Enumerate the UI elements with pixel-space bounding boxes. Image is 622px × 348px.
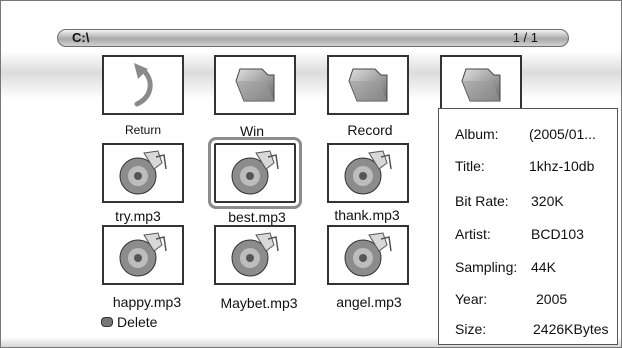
music-file-icon xyxy=(119,150,167,195)
music-file-icon xyxy=(231,232,279,277)
folder-record-label: Record xyxy=(347,122,393,138)
info-year-key: Year: xyxy=(455,291,488,307)
return-tile[interactable] xyxy=(102,55,184,115)
file-best-label: best.mp3 xyxy=(228,209,286,225)
folder-icon xyxy=(461,68,501,102)
file-browser-screen: C:\ 1 / 1 Return Win Record try.mp3 best… xyxy=(0,0,622,348)
delete-key-icon xyxy=(101,317,113,328)
return-label: Return xyxy=(124,123,162,137)
page-indicator: 1 / 1 xyxy=(512,30,538,45)
info-album-value: (2005/01... xyxy=(529,126,596,142)
folder-record-tile[interactable] xyxy=(327,55,409,115)
header-band xyxy=(1,51,621,99)
info-size-key: Size: xyxy=(455,321,487,337)
delete-option[interactable]: Delete xyxy=(101,314,157,330)
return-arrow-icon xyxy=(134,63,153,107)
file-angel-label: angel.mp3 xyxy=(336,294,402,310)
file-angel-tile[interactable] xyxy=(327,225,409,285)
folder-icon xyxy=(235,68,275,102)
music-file-icon xyxy=(344,150,392,195)
info-title-key: Title: xyxy=(455,158,485,174)
music-file-icon xyxy=(119,232,167,277)
music-file-icon xyxy=(231,150,279,195)
folder-tile-4[interactable] xyxy=(440,55,522,115)
music-file-icon xyxy=(344,232,392,277)
file-maybet-label: Maybet.mp3 xyxy=(220,295,298,311)
folder-icon xyxy=(348,68,388,102)
file-try-label: try.mp3 xyxy=(115,208,161,224)
info-artist-value: BCD103 xyxy=(531,226,584,242)
folder-win-label: Win xyxy=(239,123,265,139)
file-info-panel: Album: (2005/01... Title: 1khz-10db Bit … xyxy=(438,108,618,345)
info-album-key: Album: xyxy=(455,126,499,142)
file-best-tile[interactable] xyxy=(208,137,302,209)
folder-win-tile[interactable] xyxy=(214,55,296,115)
info-bitrate-key: Bit Rate: xyxy=(455,193,509,209)
file-happy-tile[interactable] xyxy=(102,225,184,285)
info-artist-key: Artist: xyxy=(455,226,491,242)
current-path: C:\ xyxy=(72,30,90,45)
info-sampling-key: Sampling: xyxy=(455,259,518,275)
path-bar: C:\ 1 / 1 xyxy=(57,29,569,47)
file-thank-tile[interactable] xyxy=(327,143,409,203)
file-maybet-tile[interactable] xyxy=(214,225,296,285)
info-year-value: 2005 xyxy=(536,291,568,307)
info-title-value: 1khz-10db xyxy=(529,158,595,174)
info-size-value: 2426KBytes xyxy=(533,321,609,337)
file-try-tile[interactable] xyxy=(102,143,184,203)
delete-label: Delete xyxy=(117,314,158,330)
info-bitrate-value: 320K xyxy=(531,193,564,209)
file-thank-label: thank.mp3 xyxy=(334,207,400,223)
info-sampling-value: 44K xyxy=(531,259,556,275)
file-happy-label: happy.mp3 xyxy=(112,294,182,310)
